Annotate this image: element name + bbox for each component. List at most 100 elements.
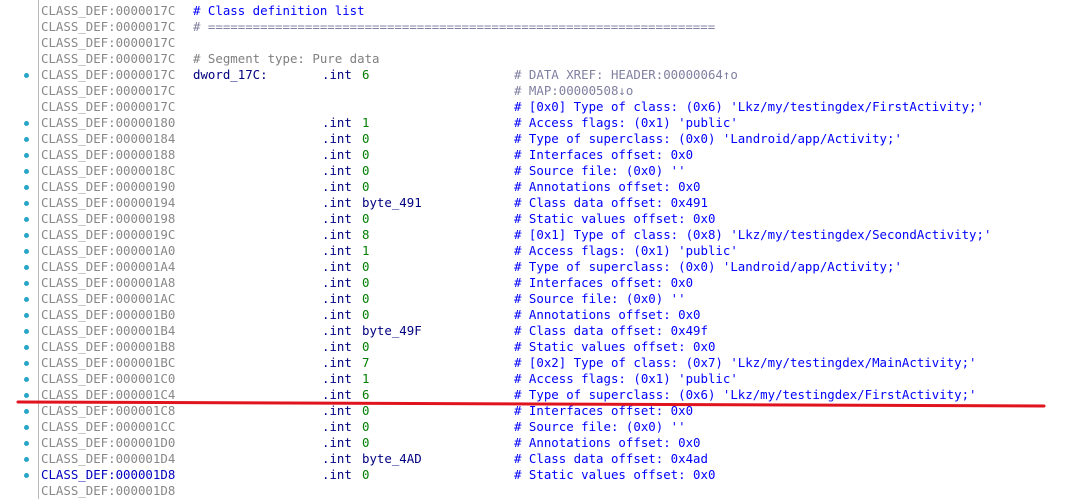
listing-line[interactable]: CLASS_DEF:000001CC .int 0 # Source file: (0…: [0, 419, 1080, 435]
breakpoint-dot-icon[interactable]: [24, 281, 29, 286]
directive-mnemonic[interactable]: .int: [322, 291, 352, 307]
operand-value[interactable]: 0: [362, 403, 369, 419]
line-address[interactable]: CLASS_DEF:0000019C: [41, 227, 175, 243]
operand-value[interactable]: 0: [362, 291, 369, 307]
directive-mnemonic[interactable]: .int: [322, 259, 352, 275]
breakpoint-dot-icon[interactable]: [24, 169, 29, 174]
directive-mnemonic[interactable]: .int: [322, 419, 352, 435]
directive-mnemonic[interactable]: .int: [322, 275, 352, 291]
listing-line[interactable]: CLASS_DEF:000001D4 .int byte_4AD # Class da…: [0, 451, 1080, 467]
breakpoint-dot-icon[interactable]: [24, 313, 29, 318]
breakpoint-dot-icon[interactable]: [24, 185, 29, 190]
operand-value[interactable]: 0: [362, 275, 369, 291]
breakpoint-dot-icon[interactable]: [24, 217, 29, 222]
listing-line[interactable]: CLASS_DEF:0000019C .int 8 # [0x1] Type of c…: [0, 227, 1080, 243]
listing-line[interactable]: CLASS_DEF:000001A8 .int 0 # Interfaces offs…: [0, 275, 1080, 291]
line-address[interactable]: CLASS_DEF:0000017C: [41, 35, 175, 51]
listing-line[interactable]: CLASS_DEF:000001A0 .int 1 # Access flags: (…: [0, 243, 1080, 259]
operand-value[interactable]: 1: [362, 243, 369, 259]
listing-line[interactable]: CLASS_DEF:00000194 .int byte_491 # Class da…: [0, 195, 1080, 211]
operand-value[interactable]: 0: [362, 307, 369, 323]
breakpoint-dot-icon[interactable]: [24, 297, 29, 302]
listing-line[interactable]: CLASS_DEF:000001D8 .int 0 # Static values o…: [0, 467, 1080, 483]
line-address[interactable]: CLASS_DEF:0000017C: [41, 51, 175, 67]
listing-line[interactable]: CLASS_DEF:00000184 .int 0 # Type of supercl…: [0, 131, 1080, 147]
line-address[interactable]: CLASS_DEF:00000180: [41, 115, 175, 131]
directive-mnemonic[interactable]: .int: [322, 131, 352, 147]
directive-mnemonic[interactable]: .int: [322, 67, 352, 83]
directive-mnemonic[interactable]: .int: [322, 451, 352, 467]
line-address[interactable]: CLASS_DEF:000001C4: [41, 387, 175, 403]
line-address[interactable]: CLASS_DEF:00000190: [41, 179, 175, 195]
line-address[interactable]: CLASS_DEF:000001D8: [41, 467, 175, 483]
breakpoint-dot-icon[interactable]: [24, 361, 29, 366]
line-address[interactable]: CLASS_DEF:0000017C: [41, 67, 175, 83]
operand-value[interactable]: 0: [362, 419, 369, 435]
directive-mnemonic[interactable]: .int: [322, 403, 352, 419]
operand-value[interactable]: 1: [362, 115, 369, 131]
data-label[interactable]: dword_17C:: [193, 67, 268, 83]
breakpoint-dot-icon[interactable]: [24, 457, 29, 462]
listing-line[interactable]: CLASS_DEF:0000017C # Class definition lis…: [0, 3, 1080, 19]
directive-mnemonic[interactable]: .int: [322, 435, 352, 451]
operand-value[interactable]: 7: [362, 355, 369, 371]
listing-line[interactable]: CLASS_DEF:000001C4 .int 6 # Type of supercl…: [0, 387, 1080, 403]
breakpoint-dot-icon[interactable]: [24, 137, 29, 142]
operand-value[interactable]: 0: [362, 147, 369, 163]
line-address[interactable]: CLASS_DEF:000001AC: [41, 291, 175, 307]
listing-line[interactable]: CLASS_DEF:000001B4 .int byte_49F # Class da…: [0, 323, 1080, 339]
operand-value[interactable]: 8: [362, 227, 369, 243]
operand-value[interactable]: 0: [362, 467, 369, 483]
breakpoint-dot-icon[interactable]: [24, 425, 29, 430]
xref-comment[interactable]: # MAP:00000508↓o: [514, 83, 633, 99]
directive-mnemonic[interactable]: .int: [322, 355, 352, 371]
directive-mnemonic[interactable]: .int: [322, 227, 352, 243]
line-address[interactable]: CLASS_DEF:0000017C: [41, 19, 175, 35]
ida-disassembly-view[interactable]: CLASS_DEF:0000017C # Class definition lis…: [0, 0, 1080, 499]
listing-line[interactable]: CLASS_DEF:00000198 .int 0 # Static values o…: [0, 211, 1080, 227]
listing-line[interactable]: CLASS_DEF:0000017C dword_17C: .int 6 # DATA …: [0, 67, 1080, 83]
operand-value[interactable]: 0: [362, 339, 369, 355]
directive-mnemonic[interactable]: .int: [322, 147, 352, 163]
directive-mnemonic[interactable]: .int: [322, 307, 352, 323]
listing-line[interactable]: CLASS_DEF:000001B8 .int 0 # Static values o…: [0, 339, 1080, 355]
line-address[interactable]: CLASS_DEF:000001A8: [41, 275, 175, 291]
line-address[interactable]: CLASS_DEF:00000194: [41, 195, 175, 211]
breakpoint-dot-icon[interactable]: [24, 249, 29, 254]
listing-line[interactable]: CLASS_DEF:000001C8 .int 0 # Interfaces offs…: [0, 403, 1080, 419]
line-address[interactable]: CLASS_DEF:0000017C: [41, 99, 175, 115]
listing-line[interactable]: CLASS_DEF:0000017C # MAP:00000508↓o: [0, 83, 1080, 99]
listing-line[interactable]: CLASS_DEF:000001C0 .int 1 # Access flags: (…: [0, 371, 1080, 387]
line-address[interactable]: CLASS_DEF:000001D0: [41, 435, 175, 451]
listing-line[interactable]: CLASS_DEF:0000017C # [0x0] Type of class:…: [0, 99, 1080, 115]
operand-symbol[interactable]: byte_49F: [362, 323, 422, 339]
breakpoint-dot-icon[interactable]: [24, 201, 29, 206]
line-address[interactable]: CLASS_DEF:000001B4: [41, 323, 175, 339]
breakpoint-dot-icon[interactable]: [24, 329, 29, 334]
listing-line[interactable]: CLASS_DEF:000001D8: [0, 483, 1080, 499]
directive-mnemonic[interactable]: .int: [322, 339, 352, 355]
listing-line[interactable]: CLASS_DEF:00000190 .int 0 # Annotations off…: [0, 179, 1080, 195]
directive-mnemonic[interactable]: .int: [322, 163, 352, 179]
line-address[interactable]: CLASS_DEF:000001D8: [41, 483, 175, 499]
operand-value[interactable]: 6: [362, 387, 369, 403]
listing-line[interactable]: CLASS_DEF:0000017C # Segment type: Pure d…: [0, 51, 1080, 67]
line-address[interactable]: CLASS_DEF:00000188: [41, 147, 175, 163]
listing-line[interactable]: CLASS_DEF:000001D0 .int 0 # Annotations off…: [0, 435, 1080, 451]
line-address[interactable]: CLASS_DEF:000001C0: [41, 371, 175, 387]
operand-value[interactable]: 0: [362, 131, 369, 147]
directive-mnemonic[interactable]: .int: [322, 179, 352, 195]
operand-value[interactable]: 0: [362, 435, 369, 451]
operand-value[interactable]: 0: [362, 259, 369, 275]
breakpoint-dot-icon[interactable]: [24, 441, 29, 446]
line-address[interactable]: CLASS_DEF:000001CC: [41, 419, 175, 435]
line-address[interactable]: CLASS_DEF:0000017C: [41, 83, 175, 99]
line-address[interactable]: CLASS_DEF:000001C8: [41, 403, 175, 419]
operand-symbol[interactable]: byte_491: [362, 195, 422, 211]
directive-mnemonic[interactable]: .int: [322, 387, 352, 403]
listing-line[interactable]: CLASS_DEF:000001A4 .int 0 # Type of supercl…: [0, 259, 1080, 275]
breakpoint-dot-icon[interactable]: [24, 73, 29, 78]
line-address[interactable]: CLASS_DEF:000001B0: [41, 307, 175, 323]
listing-line[interactable]: CLASS_DEF:0000018C .int 0 # Source file: (0…: [0, 163, 1080, 179]
line-address[interactable]: CLASS_DEF:00000198: [41, 211, 175, 227]
